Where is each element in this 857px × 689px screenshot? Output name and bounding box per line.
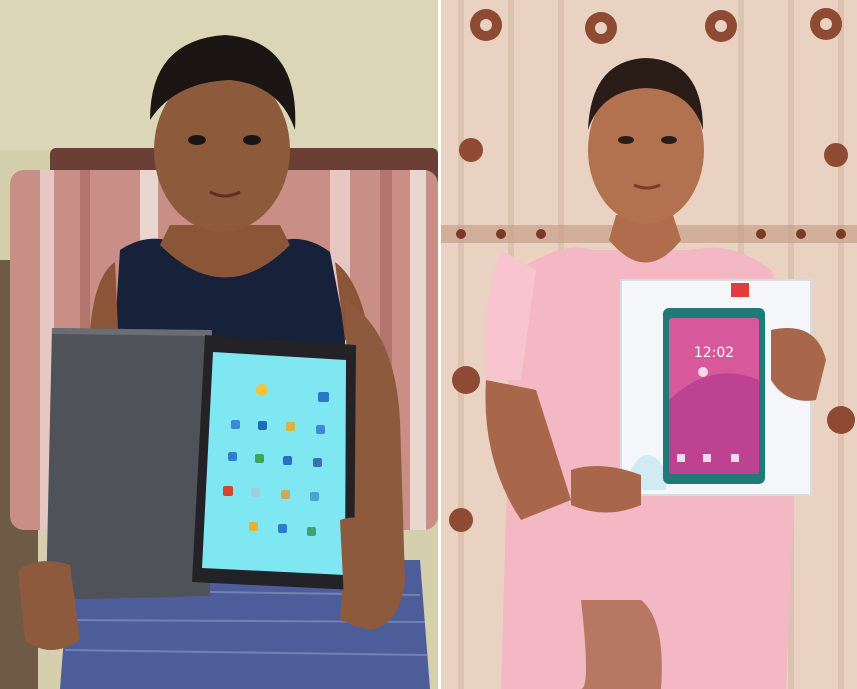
left-hand <box>18 561 80 650</box>
app-icon <box>251 488 260 497</box>
app-icon <box>249 522 258 531</box>
app-icon <box>258 421 267 430</box>
right-photo: 12:02 <box>441 0 857 689</box>
photo-collage: 12:02 <box>0 0 857 689</box>
app-icon <box>316 425 325 434</box>
right-hand <box>340 517 385 628</box>
app-icon <box>286 422 295 431</box>
tablet <box>192 335 356 590</box>
app-icon <box>313 458 322 467</box>
app-icon <box>278 524 287 533</box>
legs <box>581 600 662 689</box>
tablet-cover <box>46 328 212 600</box>
left-photo-scene <box>0 0 438 689</box>
app-icon <box>255 454 264 463</box>
brand-logo <box>731 283 749 297</box>
app-icon <box>310 492 319 501</box>
app-icon <box>231 420 240 429</box>
right-photo-scene: 12:02 <box>441 0 857 689</box>
emoji-icon <box>256 384 268 396</box>
app-icon <box>223 486 233 496</box>
app-icon <box>318 392 329 402</box>
tablet: 12:02 <box>663 308 765 484</box>
app-icon <box>281 490 290 499</box>
left-photo <box>0 0 438 689</box>
app-icon <box>307 527 316 536</box>
app-icon <box>228 452 237 461</box>
app-icon <box>283 456 292 465</box>
left-hand <box>571 466 641 513</box>
lock-screen-clock: 12:02 <box>694 345 734 361</box>
tablet-screen <box>202 352 346 575</box>
